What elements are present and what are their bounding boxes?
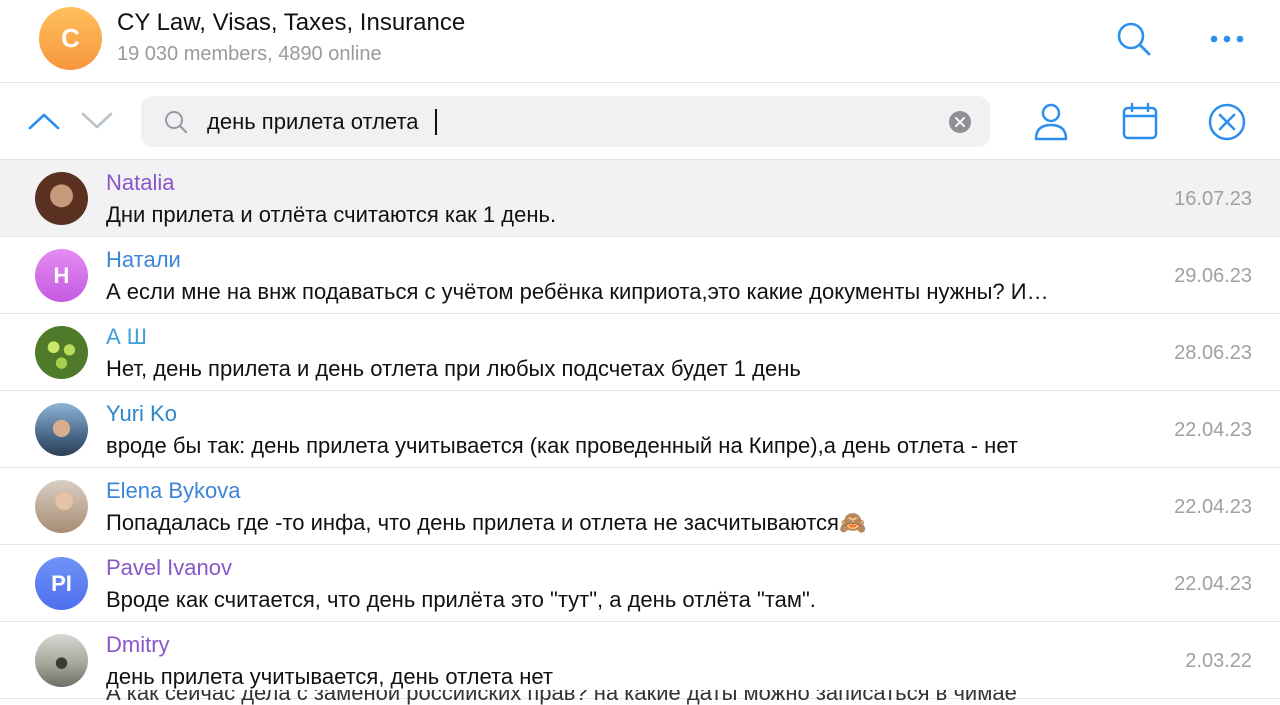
sender-name: А Ш bbox=[106, 324, 147, 349]
more-dots-icon[interactable] bbox=[1205, 24, 1249, 54]
search-icon[interactable] bbox=[1113, 18, 1155, 60]
sender-name: Pavel Ivanov bbox=[106, 555, 232, 580]
message-date: 2.03.22 bbox=[1185, 650, 1252, 672]
group-avatar[interactable]: C bbox=[39, 7, 102, 70]
avatar bbox=[35, 172, 88, 225]
message-snippet: вроде бы так: день прилета учитывается (… bbox=[106, 433, 1018, 458]
message-snippet: Нет, день прилета и день отлета при любы… bbox=[106, 356, 801, 381]
message-date: 22.04.23 bbox=[1174, 573, 1252, 595]
avatar bbox=[35, 634, 88, 687]
calendar-icon[interactable] bbox=[1118, 100, 1162, 144]
avatar bbox=[35, 403, 88, 456]
group-member-count: 19 030 members, 4890 online bbox=[117, 43, 382, 65]
avatar: PI bbox=[35, 557, 88, 610]
message-date: 22.04.23 bbox=[1174, 419, 1252, 441]
result-row[interactable]: Natalia Дни прилета и отлёта считаются к… bbox=[0, 160, 1280, 237]
close-circle-icon[interactable] bbox=[1205, 100, 1249, 144]
message-snippet: Попадалась где -то инфа, что день прилет… bbox=[106, 510, 867, 535]
result-row[interactable]: А Ш Нет, день прилета и день отлета при … bbox=[0, 314, 1280, 391]
avatar: H bbox=[35, 249, 88, 302]
message-snippet: Вроде как считается, что день прилёта эт… bbox=[106, 587, 816, 612]
peek-text: А как сейчас дела с заменой российских п… bbox=[106, 690, 1017, 705]
result-row[interactable]: Elena Bykova Попадалась где -то инфа, чт… bbox=[0, 468, 1280, 545]
chat-header: C CY Law, Visas, Taxes, Insurance 19 030… bbox=[0, 0, 1280, 83]
text-caret bbox=[435, 109, 437, 135]
person-icon[interactable] bbox=[1030, 100, 1072, 144]
result-row[interactable]: PI Pavel Ivanov Вроде как считается, что… bbox=[0, 545, 1280, 622]
search-field-icon bbox=[163, 109, 189, 135]
message-date: 28.06.23 bbox=[1174, 342, 1252, 364]
search-field[interactable]: день прилета отлета bbox=[141, 96, 990, 147]
chevron-up-icon[interactable] bbox=[26, 103, 62, 139]
result-row[interactable]: H Натали А если мне на внж подаваться с … bbox=[0, 237, 1280, 314]
message-date: 16.07.23 bbox=[1174, 188, 1252, 210]
sender-name: Natalia bbox=[106, 170, 175, 195]
sender-name: Натали bbox=[106, 247, 181, 272]
search-input[interactable]: день прилета отлета bbox=[207, 109, 419, 135]
sender-name: Yuri Ko bbox=[106, 401, 177, 426]
avatar bbox=[35, 480, 88, 533]
message-date: 29.06.23 bbox=[1174, 265, 1252, 287]
sender-name: Dmitry bbox=[106, 632, 170, 657]
result-row[interactable]: Yuri Ko вроде бы так: день прилета учиты… bbox=[0, 391, 1280, 468]
next-result-peek[interactable]: А как сейчас дела с заменой российских п… bbox=[106, 690, 1017, 705]
search-results-list: Natalia Дни прилета и отлёта считаются к… bbox=[0, 160, 1280, 699]
message-snippet: день прилета учитывается, день отлета не… bbox=[106, 664, 553, 689]
message-date: 22.04.23 bbox=[1174, 496, 1252, 518]
result-row[interactable]: Dmitry день прилета учитывается, день от… bbox=[0, 622, 1280, 699]
group-title[interactable]: CY Law, Visas, Taxes, Insurance bbox=[117, 9, 465, 37]
clear-circle-icon[interactable] bbox=[948, 110, 972, 134]
message-snippet: Дни прилета и отлёта считаются как 1 ден… bbox=[106, 202, 557, 227]
avatar bbox=[35, 326, 88, 379]
message-snippet: А если мне на внж подаваться с учётом ре… bbox=[106, 279, 1049, 304]
sender-name: Elena Bykova bbox=[106, 478, 241, 503]
chevron-down-icon[interactable] bbox=[79, 103, 115, 139]
